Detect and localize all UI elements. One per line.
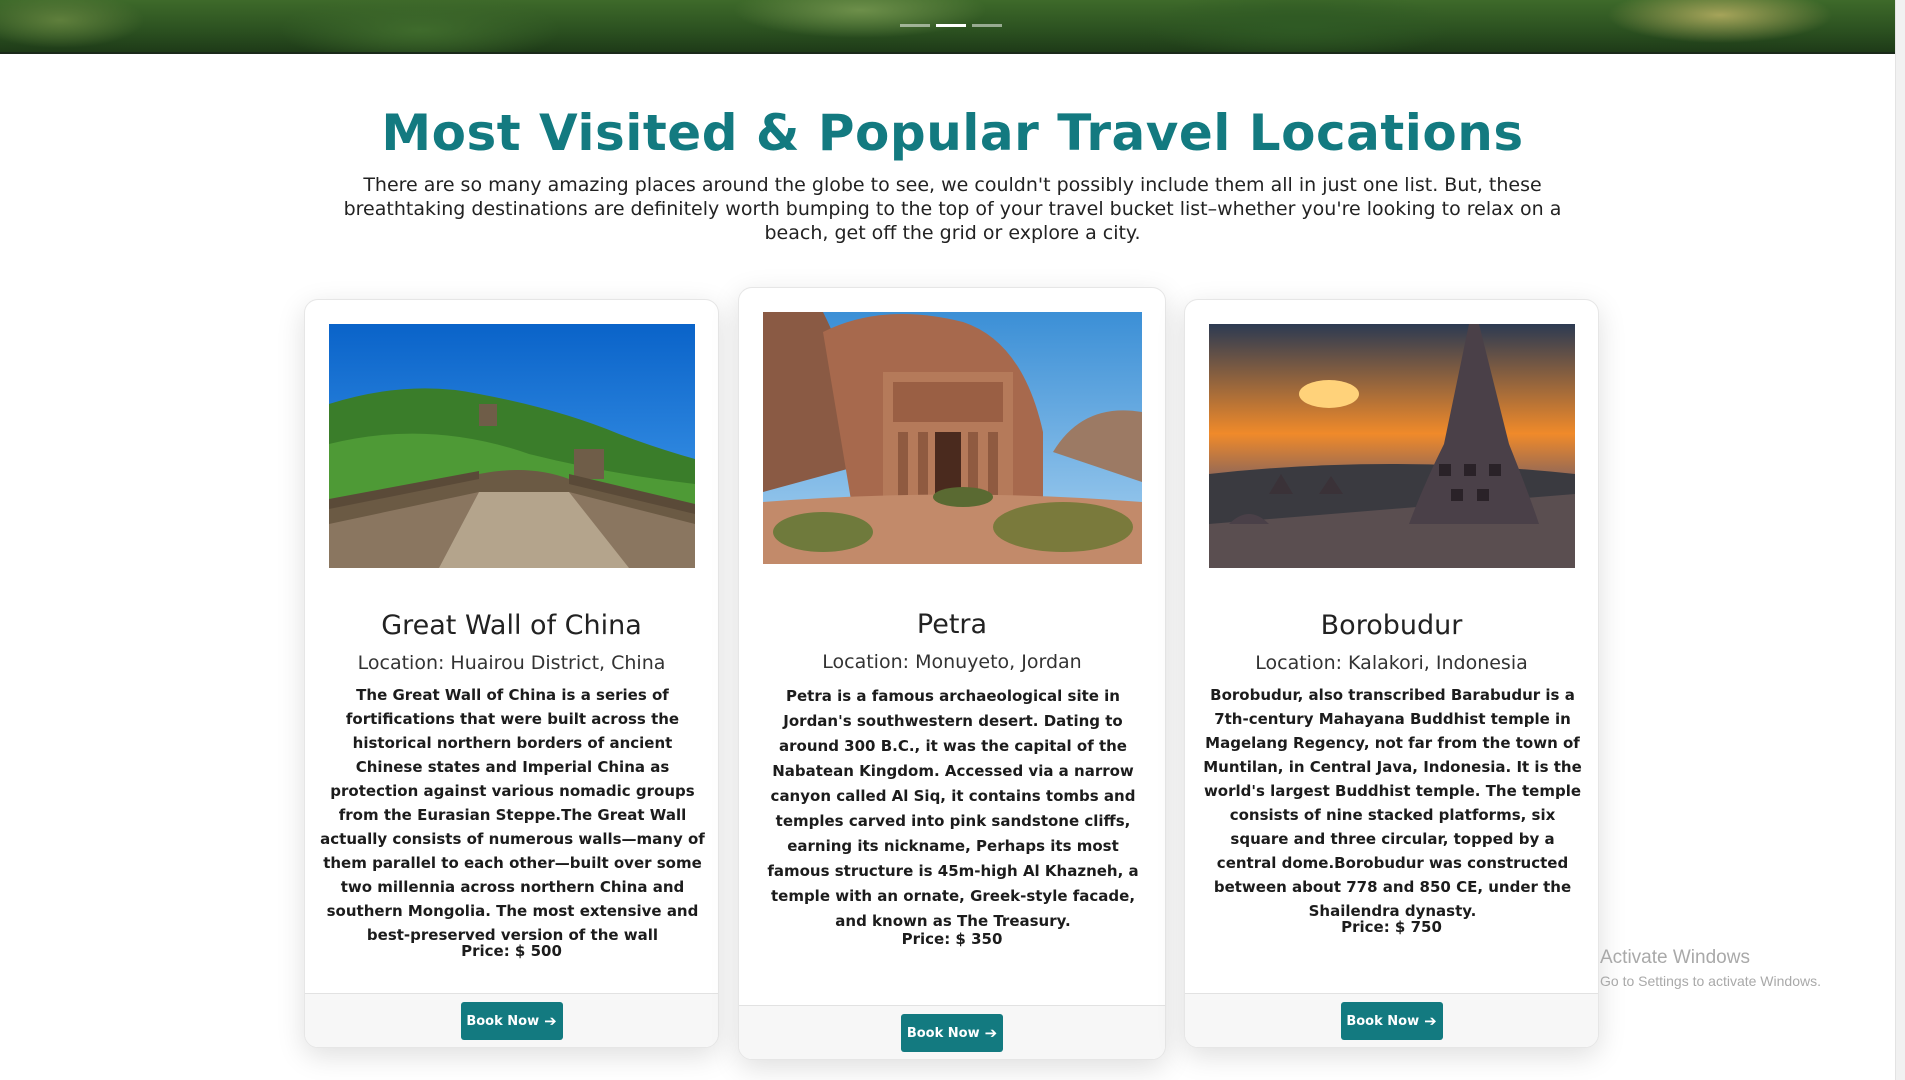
card-location: Location: Monuyeto, Jordan (822, 651, 1082, 673)
book-now-label: Book Now (466, 1013, 540, 1029)
arrow-right-icon: ➔ (1424, 1011, 1437, 1030)
card-location: Location: Kalakori, Indonesia (1255, 652, 1528, 674)
carousel-dot[interactable] (972, 24, 1002, 27)
section-title: Most Visited & Popular Travel Locations (381, 104, 1524, 162)
petra-image (763, 312, 1142, 564)
card-description: The Great Wall of China is a series of f… (320, 686, 705, 944)
destination-card-borobudur: Borobudur Location: Kalakori, Indonesia … (1184, 299, 1599, 1048)
great-wall-illustration (329, 324, 695, 568)
page-scrollbar[interactable] (1895, 0, 1905, 1080)
card-location: Location: Huairou District, China (357, 652, 666, 674)
hero-banner (0, 0, 1905, 54)
card-price: Price: $ 750 (1341, 918, 1442, 936)
petra-illustration (763, 312, 1142, 564)
card-footer: Book Now ➔ (305, 993, 718, 1047)
watermark-title: Activate Windows (1600, 947, 1750, 968)
book-now-button[interactable]: Book Now ➔ (901, 1014, 1003, 1052)
destination-card-great-wall: Great Wall of China Location: Huairou Di… (304, 299, 719, 1048)
great-wall-image (329, 324, 695, 568)
card-description: Petra is a famous archaeological site in… (767, 687, 1139, 930)
borobudur-illustration (1209, 324, 1575, 568)
card-price: Price: $ 500 (461, 942, 562, 960)
card-footer: Book Now ➔ (739, 1005, 1165, 1059)
card-title: Borobudur (1320, 610, 1463, 641)
carousel-dot-active[interactable] (936, 24, 966, 27)
book-now-label: Book Now (1346, 1013, 1420, 1029)
section-intro: There are so many amazing places around … (343, 174, 1562, 244)
book-now-button[interactable]: Book Now ➔ (460, 1002, 563, 1040)
card-price: Price: $ 350 (901, 930, 1003, 948)
windows-activation-watermark: Activate Windows Go to Settings to activ… (1600, 947, 1821, 989)
carousel-dot[interactable] (900, 24, 930, 27)
carousel-indicators (900, 24, 1002, 27)
destination-card-petra: Petra Location: Monuyeto, Jordan Petra i… (738, 287, 1166, 1060)
card-description: Borobudur, also transcribed Barabudur is… (1203, 686, 1582, 920)
card-title: Petra (916, 609, 988, 640)
card-title: Great Wall of China (381, 610, 642, 641)
card-footer: Book Now ➔ (1185, 993, 1598, 1047)
book-now-label: Book Now (906, 1025, 980, 1041)
borobudur-image (1209, 324, 1575, 568)
book-now-button[interactable]: Book Now ➔ (1340, 1002, 1443, 1040)
watermark-subtitle: Go to Settings to activate Windows. (1600, 973, 1821, 989)
arrow-right-icon: ➔ (984, 1023, 998, 1042)
arrow-right-icon: ➔ (544, 1011, 557, 1030)
